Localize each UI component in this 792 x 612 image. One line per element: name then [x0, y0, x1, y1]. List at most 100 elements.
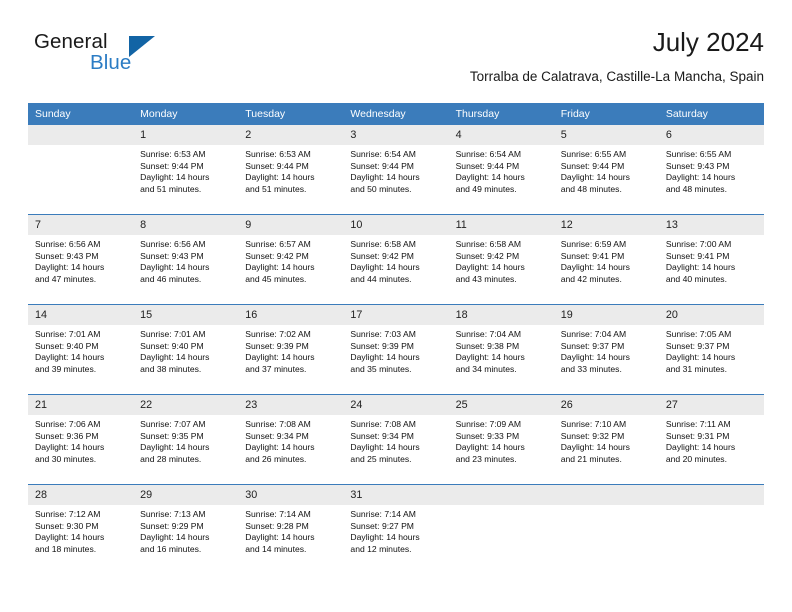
calendar-day-cell[interactable]: 19 Sunrise: 7:04 AM Sunset: 9:37 PM Dayligh… — [553, 304, 659, 395]
page-title: July 2024 — [652, 27, 764, 57]
sunrise-text: Sunrise: 6:53 AM — [245, 149, 311, 159]
daylight-text-line2: and 48 minutes. — [560, 183, 622, 194]
calendar-day-cell[interactable]: 15 Sunrise: 7:01 AM Sunset: 9:40 PM Dayligh… — [133, 304, 239, 395]
calendar-day-cell[interactable]: 21 Sunrise: 7:06 AM Sunset: 9:36 PM Dayligh… — [28, 394, 134, 485]
calendar-day-cell[interactable]: 14 Sunrise: 7:01 AM Sunset: 9:40 PM Dayligh… — [28, 304, 134, 395]
calendar-day-cell[interactable]: 11 Sunrise: 6:58 AM Sunset: 9:42 PM Dayligh… — [448, 214, 554, 305]
calendar-day-cell-empty — [658, 484, 764, 574]
daylight-text-line1: Daylight: 14 hours — [455, 172, 525, 183]
calendar-day-cell[interactable]: 7 Sunrise: 6:56 AM Sunset: 9:43 PM Daylight… — [28, 214, 134, 305]
day-number: 13 — [658, 215, 764, 235]
day-number — [28, 125, 134, 145]
calendar-day-cell[interactable]: 25 Sunrise: 7:09 AM Sunset: 9:33 PM Dayligh… — [448, 394, 554, 485]
day-number: 29 — [133, 485, 239, 505]
weekday-header-thursday: Thursday — [448, 103, 554, 125]
calendar-day-cell[interactable]: 23 Sunrise: 7:08 AM Sunset: 9:34 PM Dayligh… — [238, 394, 344, 485]
calendar-day-cell[interactable]: 5 Sunrise: 6:55 AM Sunset: 9:44 PM Daylight… — [553, 125, 659, 215]
calendar-day-cell[interactable]: 10 Sunrise: 6:58 AM Sunset: 9:42 PM Dayligh… — [343, 214, 449, 305]
calendar-day-cell[interactable]: 24 Sunrise: 7:08 AM Sunset: 9:34 PM Dayligh… — [343, 394, 449, 485]
day-details: Sunrise: 7:01 AM Sunset: 9:40 PM Daylight:… — [133, 325, 238, 375]
sunset-text: Sunset: 9:44 PM — [140, 160, 204, 171]
calendar-day-cell[interactable]: 8 Sunrise: 6:56 AM Sunset: 9:43 PM Daylight… — [133, 214, 239, 305]
day-details: Sunrise: 7:13 AM Sunset: 9:29 PM Daylight:… — [133, 505, 238, 555]
daylight-text-line2: and 14 minutes. — [245, 543, 307, 554]
sunrise-text: Sunrise: 7:03 AM — [350, 329, 416, 339]
daylight-text-line2: and 44 minutes. — [350, 273, 412, 284]
calendar-day-cell[interactable]: 17 Sunrise: 7:03 AM Sunset: 9:39 PM Dayligh… — [343, 304, 449, 395]
sunrise-text: Sunrise: 7:11 AM — [665, 419, 731, 429]
sunset-text: Sunset: 9:38 PM — [455, 340, 520, 351]
daylight-text-line1: Daylight: 14 hours — [665, 172, 736, 183]
calendar-day-cell[interactable]: 29 Sunrise: 7:13 AM Sunset: 9:29 PM Dayligh… — [133, 484, 239, 574]
daylight-text-line1: Daylight: 14 hours — [455, 262, 525, 273]
calendar-table: Sunday Monday Tuesday Wednesday Thursday… — [28, 103, 764, 574]
calendar-day-cell[interactable]: 2 Sunrise: 6:53 AM Sunset: 9:44 PM Daylight… — [238, 125, 344, 215]
sunrise-text: Sunrise: 7:08 AM — [245, 419, 311, 429]
daylight-text-line1: Daylight: 14 hours — [350, 172, 420, 183]
daylight-text-line1: Daylight: 14 hours — [665, 442, 736, 453]
calendar-day-cell[interactable]: 28 Sunrise: 7:12 AM Sunset: 9:30 PM Dayligh… — [28, 484, 134, 574]
daylight-text-line2: and 46 minutes. — [140, 273, 202, 284]
daylight-text-line1: Daylight: 14 hours — [140, 532, 210, 543]
sunset-text: Sunset: 9:32 PM — [560, 430, 625, 441]
sunrise-text: Sunrise: 7:08 AM — [350, 419, 416, 429]
calendar-day-cell[interactable]: 18 Sunrise: 7:04 AM Sunset: 9:38 PM Dayligh… — [448, 304, 554, 395]
day-details: Sunrise: 7:03 AM Sunset: 9:39 PM Daylight:… — [343, 325, 448, 375]
day-number: 20 — [658, 305, 764, 325]
day-number: 19 — [553, 305, 659, 325]
sunset-text: Sunset: 9:40 PM — [140, 340, 204, 351]
calendar-day-cell[interactable]: 31 Sunrise: 7:14 AM Sunset: 9:27 PM Dayligh… — [343, 484, 449, 574]
calendar-day-cell[interactable]: 16 Sunrise: 7:02 AM Sunset: 9:39 PM Dayligh… — [238, 304, 344, 395]
sunset-text: Sunset: 9:41 PM — [560, 250, 625, 261]
sunrise-text: Sunrise: 6:56 AM — [35, 239, 101, 249]
general-blue-logo[interactable]: General Blue — [28, 26, 208, 86]
daylight-text-line2: and 34 minutes. — [455, 363, 517, 374]
daylight-text-line2: and 38 minutes. — [140, 363, 202, 374]
sunrise-text: Sunrise: 7:01 AM — [140, 329, 206, 339]
sunrise-text: Sunrise: 7:12 AM — [35, 509, 101, 519]
calendar-day-cell[interactable]: 27 Sunrise: 7:11 AM Sunset: 9:31 PM Dayligh… — [658, 394, 764, 485]
sunset-text: Sunset: 9:34 PM — [245, 430, 309, 441]
day-number: 8 — [133, 215, 239, 235]
day-number: 11 — [448, 215, 554, 235]
day-number: 21 — [28, 395, 134, 415]
sunrise-text: Sunrise: 7:07 AM — [140, 419, 206, 429]
daylight-text-line1: Daylight: 14 hours — [560, 442, 630, 453]
day-details: Sunrise: 6:57 AM Sunset: 9:42 PM Daylight:… — [238, 235, 343, 285]
calendar-day-cell[interactable]: 22 Sunrise: 7:07 AM Sunset: 9:35 PM Dayligh… — [133, 394, 239, 485]
daylight-text-line1: Daylight: 14 hours — [140, 262, 210, 273]
calendar-day-cell[interactable]: 4 Sunrise: 6:54 AM Sunset: 9:44 PM Daylight… — [448, 125, 554, 215]
title-block: July 2024 Torralba de Calatrava, Castill… — [470, 26, 764, 87]
day-details: Sunrise: 7:08 AM Sunset: 9:34 PM Daylight:… — [343, 415, 448, 465]
weekday-header-wednesday: Wednesday — [343, 103, 449, 125]
daylight-text-line1: Daylight: 14 hours — [245, 262, 315, 273]
calendar-day-cell[interactable]: 1 Sunrise: 6:53 AM Sunset: 9:44 PM Daylight… — [133, 125, 239, 215]
calendar-day-cell[interactable]: 30 Sunrise: 7:14 AM Sunset: 9:28 PM Dayligh… — [238, 484, 344, 574]
calendar-day-cell[interactable]: 26 Sunrise: 7:10 AM Sunset: 9:32 PM Dayligh… — [553, 394, 659, 485]
sunrise-text: Sunrise: 6:53 AM — [140, 149, 206, 159]
daylight-text-line2: and 30 minutes. — [35, 453, 97, 464]
calendar-day-cell[interactable]: 3 Sunrise: 6:54 AM Sunset: 9:44 PM Daylight… — [343, 125, 449, 215]
calendar-day-cell[interactable]: 6 Sunrise: 6:55 AM Sunset: 9:43 PM Daylight… — [658, 125, 764, 215]
sunset-text: Sunset: 9:28 PM — [245, 520, 309, 531]
sunrise-text: Sunrise: 7:09 AM — [455, 419, 522, 429]
sunrise-text: Sunrise: 6:59 AM — [560, 239, 627, 249]
calendar-day-cell[interactable]: 20 Sunrise: 7:05 AM Sunset: 9:37 PM Dayligh… — [658, 304, 764, 395]
day-details: Sunrise: 6:53 AM Sunset: 9:44 PM Daylight:… — [238, 145, 343, 195]
calendar-day-cell[interactable]: 9 Sunrise: 6:57 AM Sunset: 9:42 PM Daylight… — [238, 214, 344, 305]
calendar-day-cell[interactable]: 12 Sunrise: 6:59 AM Sunset: 9:41 PM Dayligh… — [553, 214, 659, 305]
daylight-text-line1: Daylight: 14 hours — [35, 262, 105, 273]
calendar-week-row: 7 Sunrise: 6:56 AM Sunset: 9:43 PM Daylight… — [28, 214, 764, 305]
calendar-week-row: 14 Sunrise: 7:01 AM Sunset: 9:40 PM Dayligh… — [28, 304, 764, 395]
calendar-day-cell[interactable]: 13 Sunrise: 7:00 AM Sunset: 9:41 PM Dayligh… — [658, 214, 764, 305]
day-details: Sunrise: 7:02 AM Sunset: 9:39 PM Daylight:… — [238, 325, 343, 375]
sunrise-text: Sunrise: 7:10 AM — [560, 419, 627, 429]
daylight-text-line1: Daylight: 14 hours — [245, 442, 315, 453]
day-details: Sunrise: 7:06 AM Sunset: 9:36 PM Daylight:… — [28, 415, 133, 465]
weekday-header-saturday: Saturday — [658, 103, 764, 125]
daylight-text-line2: and 43 minutes. — [455, 273, 517, 284]
day-number: 7 — [28, 215, 134, 235]
daylight-text-line1: Daylight: 14 hours — [245, 352, 315, 363]
sunset-text: Sunset: 9:31 PM — [665, 430, 730, 441]
daylight-text-line2: and 50 minutes. — [350, 183, 412, 194]
